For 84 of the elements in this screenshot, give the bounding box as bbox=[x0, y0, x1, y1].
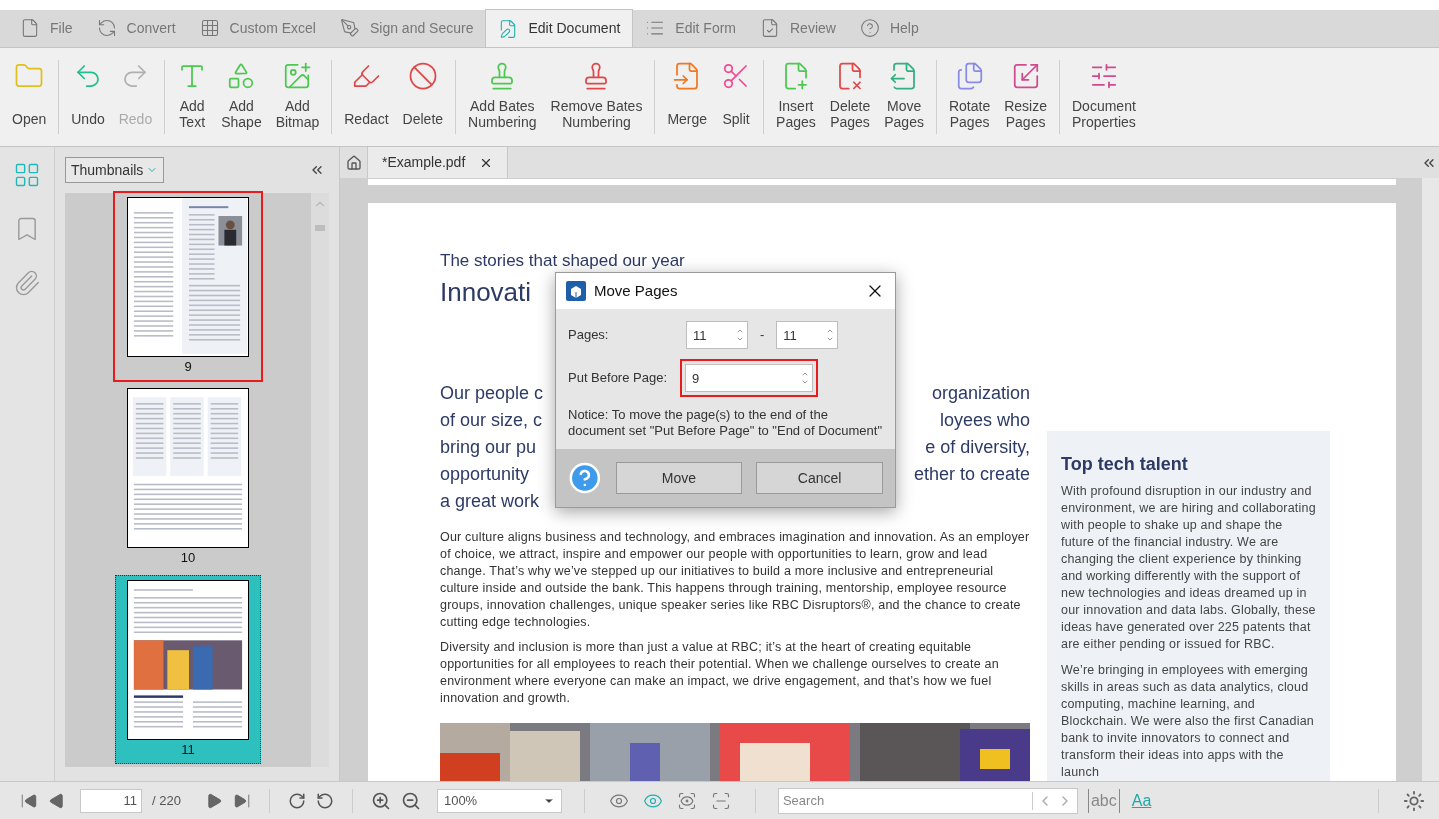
field-label: Pages: bbox=[568, 326, 610, 345]
view-dropdown[interactable]: Thumbnails bbox=[65, 157, 165, 183]
scrollbar[interactable] bbox=[311, 193, 329, 767]
ribbon-button[interactable]: Remove Bates Numbering bbox=[544, 54, 649, 140]
scroll-thumb[interactable] bbox=[315, 225, 325, 231]
ribbon-tab[interactable]: Edit Document bbox=[485, 9, 634, 47]
notice-text: Notice: To move the page(s) to the end of the document set "Put Before Page" to "End of Document" bbox=[568, 407, 883, 439]
thumbnail-item[interactable]: 10 bbox=[115, 384, 261, 571]
zoom-in-icon[interactable] bbox=[370, 790, 391, 811]
sign-icon bbox=[339, 18, 360, 38]
intro-text: opportunity bbox=[440, 463, 530, 486]
home-icon bbox=[345, 154, 362, 171]
ribbon-button[interactable]: Add Bitmap bbox=[269, 54, 326, 140]
ribbon-button[interactable]: Undo bbox=[65, 54, 111, 140]
brightness-icon[interactable] bbox=[1403, 789, 1425, 812]
thumbnail-item[interactable]: 9 bbox=[115, 193, 261, 380]
put-before-field[interactable]: 9 bbox=[685, 364, 813, 392]
ribbon-button[interactable]: Split bbox=[715, 54, 758, 140]
page-title: Innovati bbox=[440, 277, 532, 307]
help-icon bbox=[859, 18, 880, 38]
intro-text: e of diversity, bbox=[925, 436, 1030, 459]
ribbon-button[interactable]: Delete bbox=[396, 54, 450, 140]
search-box[interactable]: Search bbox=[777, 787, 1078, 814]
page-number: 10 bbox=[180, 549, 196, 567]
sidebar-heading: Top tech talent bbox=[1061, 453, 1189, 475]
ribbon-button[interactable]: Add Text bbox=[171, 54, 214, 140]
search-input[interactable]: Search bbox=[782, 790, 1032, 811]
dialog-button[interactable]: Cancel bbox=[756, 462, 883, 494]
ribbon-button[interactable]: Add Bates Numbering bbox=[462, 54, 543, 140]
zoom-out-icon[interactable] bbox=[400, 790, 421, 811]
ribbon-button[interactable]: Open bbox=[6, 54, 53, 140]
sidebar-paragraph: With profound disruption in our industry and environment, we are hiring and collaborating with people to shake up and shape the future of the financial industry. We are changing the client experience by thinking and working differently with the support of new technologies and ideas dreamed up in our innovation and data labs. Globally, these ideas have generated over 225 patents that are either pending or issued for RBC. bbox=[1061, 483, 1316, 653]
ribbon-button[interactable]: Redact bbox=[338, 54, 395, 140]
paperclip-icon bbox=[13, 269, 41, 297]
scrollbar[interactable] bbox=[1422, 178, 1439, 781]
intro-text: loyees who bbox=[939, 409, 1030, 432]
excel-icon bbox=[199, 18, 220, 38]
page-total: / 220 bbox=[152, 791, 181, 810]
body-paragraph: Our culture aligns business and technology, and embraces imagination and innovation. As an employer of choice, we attract, inspire and empower our people with opportunities to learn, grow and lead change. That’s why we’ve stepped up our initiatives to build a more inclusive and entrepreneurial culture inside and outside the bank. This happens through training, mentorship, employee resource groups, innovation challenges, unique speaker series like RBC Disruptors®, and the chance to create cutting edge technologies. bbox=[440, 529, 1030, 631]
help-icon[interactable] bbox=[568, 461, 602, 495]
intro-text: bring our pu bbox=[440, 436, 537, 459]
first-page-icon[interactable] bbox=[20, 791, 38, 810]
intro-text: Our people c bbox=[440, 382, 544, 405]
ribbon-button[interactable]: Rotate Pages bbox=[942, 54, 997, 140]
rotate-clockwise-icon[interactable] bbox=[287, 791, 306, 810]
page-number: 11 bbox=[181, 741, 195, 759]
dialog-button[interactable]: Move bbox=[615, 462, 743, 494]
last-page-icon[interactable] bbox=[232, 791, 251, 810]
page-field[interactable]: 11 bbox=[80, 788, 142, 813]
ribbon-button[interactable]: Add Shape bbox=[215, 54, 268, 140]
sidebar-paragraph: We’re bringing in employees with emerging skills in areas such as data analytics, cloud computing, machine learning, and Blockchain. We were also the first Canadian bank to invite innovators to connect and transform their ideas into apps with the launch bbox=[1061, 662, 1315, 781]
page-to-field[interactable]: 11 bbox=[776, 321, 839, 349]
intro-text: a great work bbox=[440, 490, 540, 513]
intro-text: of our size, c bbox=[440, 409, 543, 432]
thumbnail-item[interactable]: 11 bbox=[115, 575, 261, 764]
spinner-icon[interactable] bbox=[826, 327, 835, 343]
ribbon-button[interactable]: Move Pages bbox=[878, 54, 930, 140]
ribbon-button[interactable]: Delete Pages bbox=[823, 54, 877, 140]
document-tab[interactable]: *Example.pdf bbox=[368, 147, 509, 178]
intro-text: ether to create bbox=[913, 463, 1030, 486]
ribbon-button[interactable]: Insert Pages bbox=[770, 54, 822, 140]
app-icon bbox=[566, 281, 586, 301]
file-icon bbox=[20, 18, 40, 38]
spinner-icon[interactable] bbox=[801, 370, 809, 386]
section-eyebrow: The stories that shaped our year bbox=[440, 251, 686, 271]
ribbon-button[interactable]: Resize Pages bbox=[998, 54, 1053, 140]
dialog-title: Move Pages bbox=[594, 280, 679, 301]
previous-page-icon[interactable] bbox=[48, 791, 66, 810]
thumbnails-icon bbox=[13, 161, 41, 189]
prohibited-icon bbox=[407, 61, 438, 91]
ribbon-button[interactable]: Document Properties bbox=[1066, 54, 1142, 140]
ribbon-button[interactable]: Merge bbox=[661, 54, 714, 140]
intro-text: organization bbox=[931, 382, 1030, 405]
rotate-counterclockwise-icon[interactable] bbox=[315, 791, 334, 810]
image-plus-icon bbox=[282, 61, 313, 91]
body-paragraph: Diversity and inclusion is more than just a value at RBC; it’s at the heart of creating equitable opportunities for all employees to reach their potential. When we challenge ourselves to create an environment where everyone can make an impact, we drive engagement, and that’s how we fuel innovation and growth. bbox=[440, 639, 1000, 707]
review-icon bbox=[760, 18, 780, 38]
convert-icon bbox=[96, 18, 117, 38]
range-separator: - bbox=[760, 326, 765, 345]
field-label: Put Before Page: bbox=[568, 369, 668, 388]
zoom-dropdown[interactable]: 100% bbox=[436, 788, 562, 813]
page-from-field[interactable]: 11 bbox=[686, 321, 748, 349]
spinner-icon[interactable] bbox=[736, 327, 744, 343]
page-number: 9 bbox=[184, 358, 192, 376]
